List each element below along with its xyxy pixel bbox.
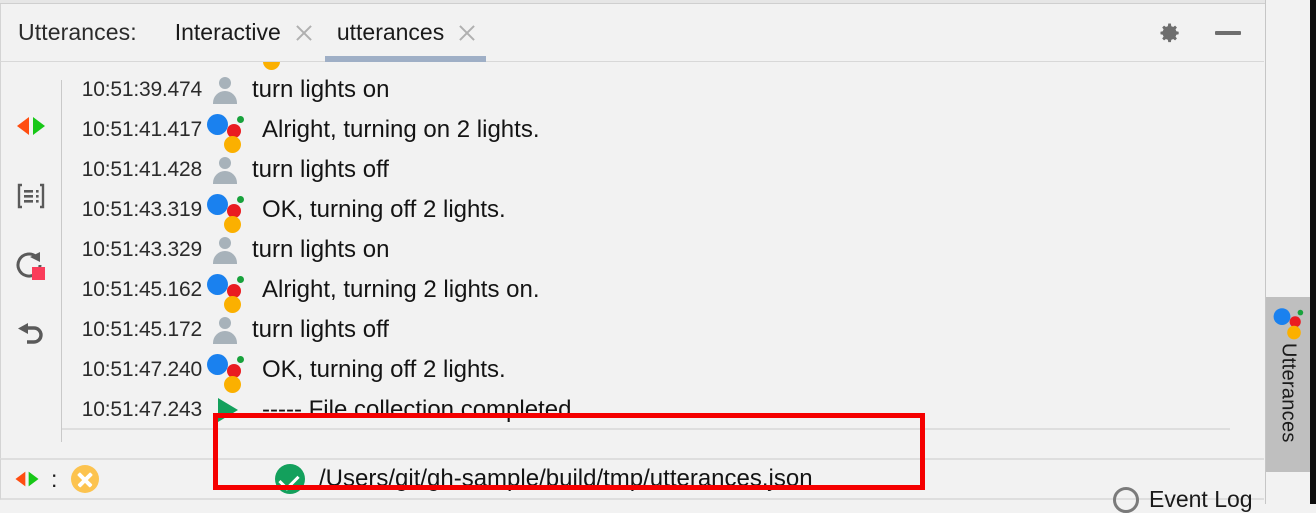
table-row[interactable]: 10:51:41.417 Alright, turning on 2 light… — [62, 110, 1230, 153]
header-actions — [1156, 19, 1264, 47]
status-bar-event-log[interactable]: Event Log — [1113, 486, 1253, 513]
rerun-stop-icon[interactable] — [1, 238, 61, 294]
google-assistant-icon — [202, 192, 248, 233]
window-bottom-edge — [0, 500, 1265, 504]
table-row[interactable]: 10:51:47.243 ----- File collection compl… — [62, 390, 1230, 430]
person-icon — [202, 77, 248, 104]
table-row[interactable]: 10:51:43.329 turn lights on — [62, 230, 1230, 270]
log-timestamp: 10:51:41.428 — [81, 158, 202, 181]
sidebar-item-utterances[interactable]: Utterances — [1266, 297, 1310, 472]
play-triangle-icon — [202, 398, 248, 422]
print-output-icon[interactable] — [1, 168, 61, 224]
log-message: ----- File collection completed — [262, 396, 572, 423]
tool-window-header: Utterances: Interactive utterances — [0, 4, 1264, 62]
log-timestamp: 10:51:41.417 — [81, 118, 202, 141]
log-message: turn lights off — [252, 156, 389, 183]
tab-interactive-label: Interactive — [174, 19, 281, 45]
person-icon — [202, 237, 248, 264]
minimize-icon[interactable] — [1214, 19, 1242, 47]
person-icon — [202, 317, 248, 344]
close-icon[interactable] — [295, 24, 313, 42]
sidebar-item-label: Utterances — [1277, 343, 1300, 443]
console-toolbar — [1, 62, 61, 458]
google-assistant-icon — [202, 352, 248, 393]
row-divider — [62, 428, 1230, 430]
person-icon — [202, 157, 248, 184]
log-message: Alright, turning 2 lights on. — [262, 276, 540, 303]
tab-utterances-label: utterances — [336, 19, 445, 45]
log-message: turn lights off — [252, 316, 389, 343]
log-timestamp: 10:51:39.474 — [81, 78, 202, 101]
screen-right-edge — [1310, 0, 1316, 504]
log-timestamp: 10:51:45.172 — [81, 318, 202, 341]
log-message: Alright, turning on 2 lights. — [262, 116, 540, 143]
google-assistant-icon — [202, 272, 248, 313]
scrolled-partial-row — [62, 62, 1230, 70]
table-row[interactable]: 10:51:47.240 OK, turning off 2 lights. — [62, 350, 1230, 393]
tab-utterances[interactable]: utterances — [324, 4, 488, 62]
gear-icon[interactable] — [1156, 19, 1184, 47]
page-title: Utterances: — [18, 19, 137, 45]
table-row[interactable]: 10:51:45.172 turn lights off — [62, 310, 1230, 350]
log-message: OK, turning off 2 lights. — [262, 196, 506, 223]
event-log-label: Event Log — [1149, 486, 1253, 512]
error-circle-icon[interactable] — [71, 465, 100, 493]
close-icon[interactable] — [458, 24, 476, 42]
result-path-label: /Users/git/gh-sample/build/tmp/utterance… — [319, 465, 813, 492]
google-assistant-icon — [1273, 307, 1304, 340]
undo-icon[interactable] — [1, 308, 61, 364]
console-body: 10:51:39.474 turn lights on 10:51:41.417… — [0, 62, 1264, 458]
status-separator: : — [51, 465, 58, 492]
expand-collapse-icon[interactable] — [13, 465, 41, 493]
console-status-bar: : /Users/git/gh-sample/build/tmp/utteran… — [0, 458, 1264, 500]
table-row[interactable]: 10:51:41.428 turn lights off — [62, 150, 1230, 190]
minimize-bar — [1215, 30, 1241, 35]
table-row[interactable]: 10:51:43.319 OK, turning off 2 lights. — [62, 190, 1230, 233]
utterances-tool-window: Utterances: Interactive utterances 10:51… — [0, 0, 1316, 513]
log-timestamp: 10:51:43.329 — [81, 238, 202, 261]
google-assistant-icon-partial — [263, 62, 280, 70]
tab-bar: Interactive utterances — [163, 4, 489, 62]
log-timestamp: 10:51:47.240 — [81, 358, 202, 381]
table-row[interactable]: 10:51:39.474 turn lights on — [62, 70, 1230, 110]
log-message: OK, turning off 2 lights. — [262, 356, 506, 383]
log-timestamp: 10:51:45.162 — [81, 278, 202, 301]
google-assistant-icon — [202, 112, 248, 153]
expand-collapse-icon[interactable] — [1, 98, 61, 154]
table-row[interactable]: 10:51:45.162 Alright, turning 2 lights o… — [62, 270, 1230, 313]
log-message: turn lights on — [252, 236, 390, 263]
log-timestamp: 10:51:43.319 — [81, 198, 202, 221]
console-log-list[interactable]: 10:51:39.474 turn lights on 10:51:41.417… — [62, 62, 1230, 458]
success-check-icon — [275, 464, 305, 494]
build-result[interactable]: /Users/git/gh-sample/build/tmp/utterance… — [275, 464, 813, 494]
tab-interactive[interactable]: Interactive — [163, 4, 325, 61]
log-timestamp: 10:51:47.243 — [81, 398, 202, 421]
log-message: turn lights on — [252, 76, 390, 103]
event-log-icon — [1113, 486, 1139, 513]
